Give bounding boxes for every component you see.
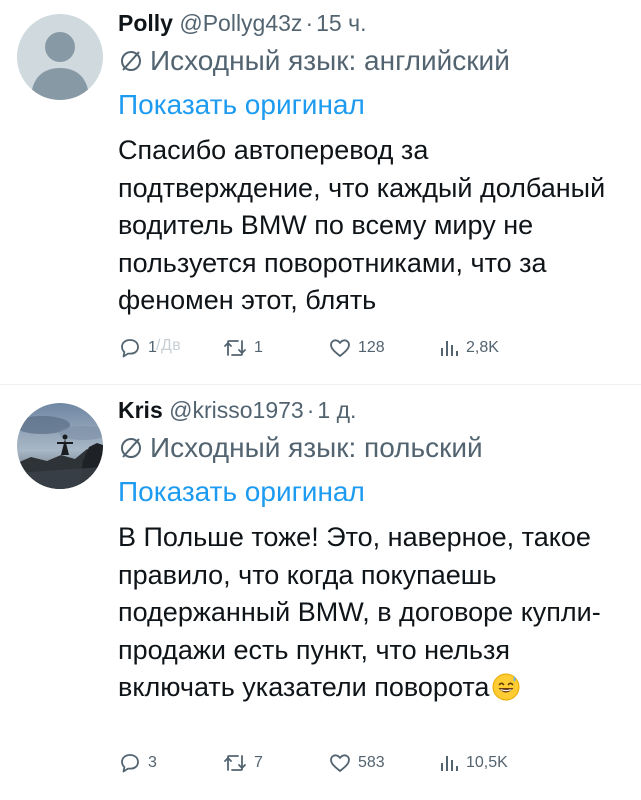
sweat-smile-emoji-icon — [492, 673, 520, 701]
like-count: 583 — [358, 754, 385, 771]
reply-button[interactable]: 1 /Дв — [118, 333, 181, 363]
reply-count: 3 — [148, 754, 157, 771]
views-button[interactable]: 10,5K — [438, 748, 508, 778]
translated-from-label: Исходный язык: английский — [150, 45, 510, 76]
author-name[interactable]: Polly — [118, 10, 173, 36]
heart-icon — [330, 754, 350, 772]
author-name[interactable]: Kris — [118, 397, 163, 423]
tweet-card[interactable]: Polly @Pollyg43z · 15 ч. Исходный язык: ан… — [0, 0, 641, 384]
tweet-actions: 3 7 583 10,5K — [118, 748, 618, 778]
default-avatar-icon — [17, 14, 103, 100]
separator-dot: · — [305, 10, 314, 36]
retweet-icon — [224, 340, 246, 356]
tweet-timestamp[interactable]: 1 д. — [317, 397, 356, 423]
reply-icon — [121, 754, 139, 773]
author-handle[interactable]: @krisso1973 — [169, 397, 304, 423]
tweet-timestamp[interactable]: 15 ч. — [316, 10, 366, 36]
translation-notice: Исходный язык: польский — [118, 429, 627, 467]
views-icon — [441, 341, 458, 356]
retweet-icon — [224, 755, 246, 771]
reply-icon — [121, 339, 139, 358]
like-button[interactable]: 583 — [328, 748, 385, 778]
translation-notice: Исходный язык: английский — [118, 42, 627, 80]
avatar[interactable] — [17, 403, 103, 489]
tweet-text: В Польше тоже! Это, наверное, такое прав… — [118, 519, 618, 707]
show-original-link[interactable]: Показать оригинал — [118, 86, 627, 124]
tweet-card[interactable]: Kris @krisso1973 · 1 д. Исходный язык: пол… — [0, 385, 641, 800]
show-original-link[interactable]: Показать оригинал — [118, 473, 627, 511]
views-count: 10,5K — [466, 754, 508, 771]
retweet-count: 1 — [254, 339, 263, 356]
translated-from-label: Исходный язык: польский — [150, 432, 483, 463]
tweet-actions: 1 /Дв 1 128 2,8K — [118, 333, 618, 363]
views-icon — [441, 756, 458, 771]
tweet-header: Polly @Pollyg43z · 15 ч. — [118, 6, 627, 40]
tweet-text: Спасибо автоперевод за подтверждение, чт… — [118, 135, 606, 315]
like-button[interactable]: 128 — [328, 333, 385, 363]
heart-icon — [330, 339, 350, 357]
retweet-button[interactable]: 7 — [222, 748, 263, 778]
landscape-photo-avatar — [17, 403, 103, 489]
tweet-header: Kris @krisso1973 · 1 д. — [118, 393, 627, 427]
tweet-content: Polly @Pollyg43z · 15 ч. Исходный язык: ан… — [118, 6, 627, 320]
retweet-count: 7 — [254, 754, 263, 771]
retweet-button[interactable]: 1 — [222, 333, 263, 363]
translate-icon — [121, 438, 141, 458]
reply-button[interactable]: 3 — [118, 748, 157, 778]
like-count: 128 — [358, 339, 385, 356]
views-button[interactable]: 2,8K — [438, 333, 499, 363]
tweet-text-body: В Польше тоже! Это, наверное, такое прав… — [118, 522, 601, 702]
watermark-text: /Дв — [156, 337, 182, 354]
tweet-content: Kris @krisso1973 · 1 д. Исходный язык: пол… — [118, 393, 627, 707]
author-handle[interactable]: @Pollyg43z — [179, 10, 302, 36]
translate-icon — [121, 51, 141, 71]
avatar[interactable] — [17, 14, 103, 100]
views-count: 2,8K — [466, 339, 499, 356]
separator-dot: · — [306, 397, 315, 423]
